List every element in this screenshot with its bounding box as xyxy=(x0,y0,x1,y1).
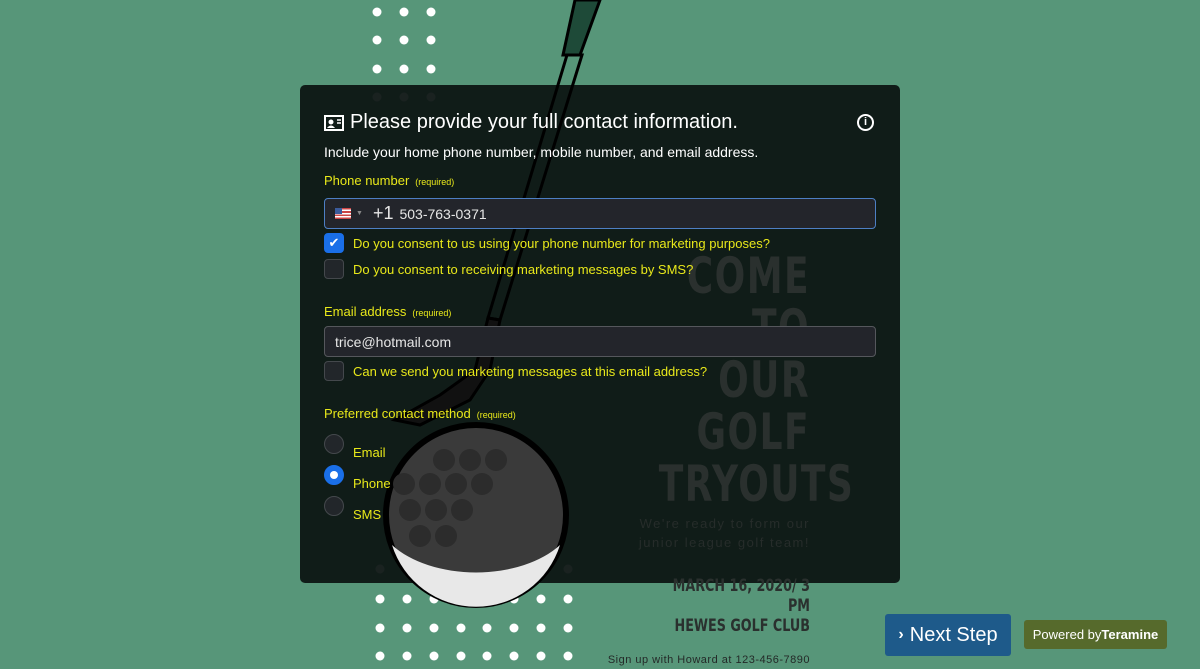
required-marker: (required) xyxy=(476,410,516,420)
decorative-dot xyxy=(536,623,546,633)
decorative-dot xyxy=(402,623,412,633)
decorative-dot xyxy=(563,623,573,633)
decorative-dot xyxy=(375,651,385,661)
radio-label: Email xyxy=(353,445,386,460)
phone-label-text: Phone number xyxy=(324,173,410,188)
chevron-down-icon[interactable]: ▼ xyxy=(356,210,363,217)
consent-label: Do you consent to us using your phone nu… xyxy=(353,235,770,251)
decorative-dot xyxy=(456,651,466,661)
sms-marketing-consent[interactable]: Do you consent to receiving marketing me… xyxy=(324,259,693,279)
checkbox[interactable] xyxy=(324,361,344,381)
radio-phone[interactable]: Phone xyxy=(324,465,391,491)
decorative-dot xyxy=(402,594,412,604)
decorative-dot xyxy=(399,35,409,45)
decorative-dot xyxy=(426,35,436,45)
info-icon[interactable]: i xyxy=(857,114,874,131)
decorative-dot xyxy=(482,651,492,661)
phone-marketing-consent[interactable]: ✔ Do you consent to us using your phone n… xyxy=(324,233,770,253)
powered-prefix: Powered by xyxy=(1032,627,1102,642)
phone-input[interactable]: ▼ +1 503-763-0371 xyxy=(324,198,876,229)
contact-card-icon xyxy=(324,114,344,131)
powered-by-badge[interactable]: Powered by Teramine xyxy=(1024,620,1167,649)
radio-label: SMS xyxy=(353,507,382,522)
next-step-label: Next Step xyxy=(909,623,998,646)
decorative-dot xyxy=(482,594,492,604)
form-description: Include your home phone number, mobile n… xyxy=(324,144,759,160)
decorative-dot xyxy=(372,7,382,17)
decorative-dot xyxy=(509,623,519,633)
decorative-dot xyxy=(429,594,439,604)
email-marketing-consent[interactable]: Can we send you marketing messages at th… xyxy=(324,361,707,381)
decorative-dot xyxy=(456,623,466,633)
checkbox-checked[interactable]: ✔ xyxy=(324,233,344,253)
consent-label: Can we send you marketing messages at th… xyxy=(353,363,708,379)
decorative-dot xyxy=(536,651,546,661)
radio-button[interactable] xyxy=(324,434,344,454)
decorative-dot xyxy=(509,594,519,604)
contact-form: Please provide your full contact informa… xyxy=(300,85,900,583)
contact-method-label: Preferred contact method (required) xyxy=(324,406,516,421)
phone-value: 503-763-0371 xyxy=(399,205,487,222)
radio-label: Phone xyxy=(353,476,391,491)
radio-button-selected[interactable] xyxy=(324,465,344,485)
decorative-dot xyxy=(456,594,466,604)
decorative-dot xyxy=(429,623,439,633)
chevron-right-icon: › xyxy=(898,626,904,643)
phone-label: Phone number (required) xyxy=(324,173,454,188)
country-code: +1 xyxy=(372,203,394,223)
decorative-dot xyxy=(399,64,409,74)
radio-email[interactable]: Email xyxy=(324,434,386,460)
decorative-dot xyxy=(375,594,385,604)
decorative-dot xyxy=(426,7,436,17)
form-title: Please provide your full contact informa… xyxy=(324,111,738,134)
email-value: trice@hotmail.com xyxy=(335,333,452,350)
consent-label: Do you consent to receiving marketing me… xyxy=(353,261,694,277)
form-title-text: Please provide your full contact informa… xyxy=(350,111,738,133)
email-input[interactable]: trice@hotmail.com xyxy=(324,326,876,357)
decorative-dot xyxy=(563,594,573,604)
required-marker: (required) xyxy=(415,177,455,187)
checkbox[interactable] xyxy=(324,259,344,279)
decorative-dot xyxy=(372,64,382,74)
next-step-button[interactable]: › Next Step xyxy=(885,614,1011,656)
decorative-dot xyxy=(509,651,519,661)
decorative-dot xyxy=(426,64,436,74)
decorative-dot xyxy=(536,594,546,604)
email-label-text: Email address xyxy=(324,304,407,319)
contact-method-label-text: Preferred contact method xyxy=(324,406,471,421)
decorative-dot xyxy=(372,35,382,45)
us-flag-icon[interactable] xyxy=(335,208,351,219)
powered-brand: Teramine xyxy=(1101,627,1159,642)
radio-sms[interactable]: SMS xyxy=(324,496,381,522)
email-label: Email address (required) xyxy=(324,304,451,319)
required-marker: (required) xyxy=(412,308,452,318)
decorative-dot xyxy=(429,651,439,661)
decorative-dot xyxy=(375,623,385,633)
decorative-dot xyxy=(399,7,409,17)
radio-button[interactable] xyxy=(324,496,344,516)
decorative-dot xyxy=(482,623,492,633)
decorative-dot xyxy=(563,651,573,661)
decorative-dot xyxy=(402,651,412,661)
